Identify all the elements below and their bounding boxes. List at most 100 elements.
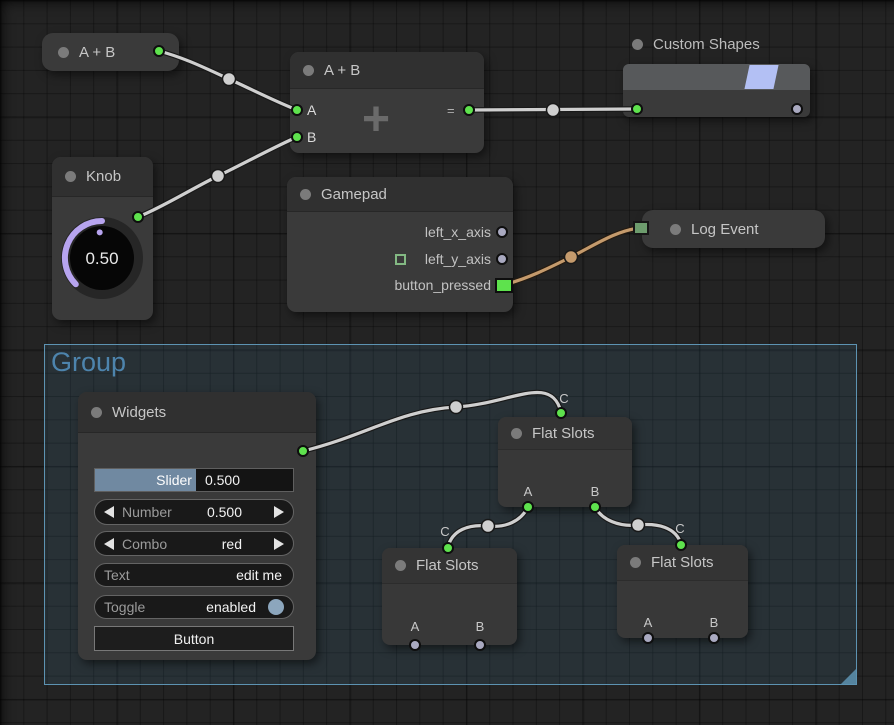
- wire-midpoint-dot[interactable]: [223, 73, 236, 86]
- parallelogram-shape-icon: [744, 65, 778, 89]
- output-port[interactable]: [153, 45, 165, 57]
- node-title: Widgets: [112, 404, 166, 421]
- group-resize-handle-icon[interactable]: [841, 669, 856, 684]
- node-title-bar[interactable]: Gamepad: [287, 177, 513, 212]
- node-add[interactable]: A + B A B = +: [290, 52, 484, 153]
- output-port-button-pressed[interactable]: [495, 278, 513, 293]
- node-title: Custom Shapes: [653, 36, 760, 53]
- collapse-dot-icon[interactable]: [511, 428, 522, 439]
- custom-shapes-floating-title[interactable]: Custom Shapes: [632, 36, 760, 53]
- node-custom-shapes[interactable]: [623, 64, 810, 117]
- node-flat-slots-left[interactable]: Flat Slots: [382, 548, 517, 645]
- node-title: Knob: [86, 168, 121, 185]
- output-label-a: A: [524, 484, 533, 499]
- stepper-left-icon[interactable]: [104, 538, 114, 550]
- node-flat-slots-middle[interactable]: Flat Slots: [498, 417, 632, 507]
- input-port-c[interactable]: [675, 539, 687, 551]
- node-title: A + B: [324, 62, 360, 79]
- node-title: Gamepad: [321, 186, 387, 203]
- collapse-dot-icon[interactable]: [670, 224, 681, 235]
- log-event-input-port[interactable]: [633, 221, 649, 235]
- node-title-bar[interactable]: A + B: [290, 52, 484, 89]
- collapse-dot-icon[interactable]: [65, 171, 76, 182]
- wire-add-to-custom-shapes: [469, 109, 637, 110]
- collapse-dot-icon[interactable]: [303, 65, 314, 76]
- output-label-button-pressed: button_pressed: [394, 277, 491, 293]
- node-gamepad[interactable]: Gamepad left_x_axis left_y_axis button_p…: [287, 177, 513, 312]
- knob-output-port[interactable]: [132, 211, 144, 223]
- slot-shape-square-icon: [395, 254, 406, 265]
- number-value: 0.500: [207, 504, 242, 520]
- text-field[interactable]: Text edit me: [94, 563, 294, 587]
- collapse-dot-icon[interactable]: [632, 39, 643, 50]
- output-label-b: B: [591, 484, 600, 499]
- slider-widget[interactable]: Slider 0.500: [94, 468, 294, 492]
- output-label-a: A: [411, 619, 420, 634]
- wire-midpoint-dot[interactable]: [565, 251, 578, 264]
- number-label: Number: [122, 504, 172, 520]
- output-port-a[interactable]: [409, 639, 421, 651]
- stepper-right-icon[interactable]: [274, 538, 284, 550]
- output-port[interactable]: [791, 103, 803, 115]
- wire-midpoint-dot[interactable]: [212, 170, 225, 183]
- output-port-a[interactable]: [642, 632, 654, 644]
- collapse-dot-icon[interactable]: [300, 189, 311, 200]
- output-port-b[interactable]: [589, 501, 601, 513]
- output-port-b[interactable]: [474, 639, 486, 651]
- output-port-left-y-axis[interactable]: [496, 253, 508, 265]
- node-title: Flat Slots: [416, 557, 479, 574]
- stepper-left-icon[interactable]: [104, 506, 114, 518]
- input-port-b[interactable]: [291, 131, 303, 143]
- node-log-event[interactable]: Log Event: [642, 210, 825, 248]
- custom-shapes-bar: [623, 64, 810, 90]
- output-label-a: A: [644, 615, 653, 630]
- node-title-bar[interactable]: Widgets: [78, 392, 316, 433]
- wire-knob-to-add: [138, 137, 297, 217]
- group-title[interactable]: Group: [51, 347, 126, 378]
- combo-label: Combo: [122, 536, 167, 552]
- wire-midpoint-dot[interactable]: [547, 104, 560, 117]
- output-port-b[interactable]: [708, 632, 720, 644]
- number-stepper[interactable]: Number 0.500: [94, 499, 294, 525]
- node-title: Log Event: [691, 221, 759, 238]
- node-title: Flat Slots: [651, 554, 714, 571]
- node-title-bar[interactable]: Flat Slots: [498, 417, 632, 450]
- node-title-bar[interactable]: Knob: [52, 157, 153, 197]
- input-port-a[interactable]: [291, 104, 303, 116]
- output-port-left-x-axis[interactable]: [496, 226, 508, 238]
- toggle-knob-icon[interactable]: [268, 599, 284, 615]
- output-port-a[interactable]: [522, 501, 534, 513]
- input-port-c[interactable]: [442, 542, 454, 554]
- input-label-a: A: [307, 102, 316, 118]
- node-flat-slots-right[interactable]: Flat Slots: [617, 545, 748, 638]
- stepper-right-icon[interactable]: [274, 506, 284, 518]
- collapse-dot-icon[interactable]: [58, 47, 69, 58]
- slider-label: Slider: [156, 472, 192, 488]
- output-port-equals[interactable]: [463, 104, 475, 116]
- node-widgets[interactable]: Widgets Slider 0.500 Number 0.500 Combo …: [78, 392, 316, 660]
- collapse-dot-icon[interactable]: [395, 560, 406, 571]
- toggle-widget[interactable]: Toggle enabled: [94, 595, 294, 619]
- toggle-label: Toggle: [104, 599, 145, 615]
- text-value: edit me: [236, 567, 282, 583]
- output-label-left-x-axis: left_x_axis: [425, 224, 491, 240]
- collapse-dot-icon[interactable]: [630, 557, 641, 568]
- collapse-dot-icon[interactable]: [91, 407, 102, 418]
- knob-widget[interactable]: 0.50: [54, 210, 150, 306]
- input-port[interactable]: [631, 103, 643, 115]
- button-label: Button: [174, 631, 214, 647]
- input-label-c: C: [559, 391, 568, 406]
- node-knob[interactable]: Knob 0.50: [52, 157, 153, 320]
- output-label-left-y-axis: left_y_axis: [425, 251, 491, 267]
- output-label-equals: =: [447, 103, 455, 118]
- knob-value: 0.50: [85, 249, 118, 268]
- combo-selector[interactable]: Combo red: [94, 531, 294, 556]
- button-widget[interactable]: Button: [94, 626, 294, 651]
- node-title: A + B: [79, 44, 115, 61]
- node-title: Flat Slots: [532, 425, 595, 442]
- toggle-value: enabled: [206, 599, 256, 615]
- input-port-c[interactable]: [555, 407, 567, 419]
- widgets-output-port[interactable]: [297, 445, 309, 457]
- slider-fill[interactable]: Slider: [95, 469, 196, 491]
- text-label: Text: [104, 567, 130, 583]
